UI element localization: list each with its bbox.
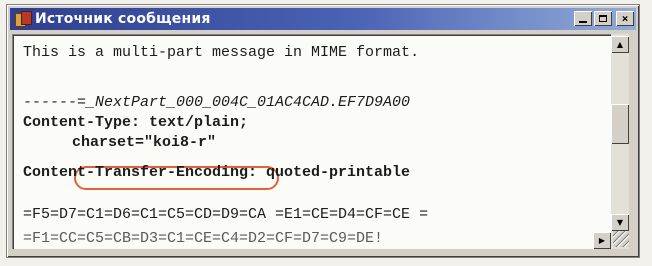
minimize-icon xyxy=(579,20,587,23)
message-source-text[interactable]: This is a multi-part message in MIME for… xyxy=(12,34,611,249)
scroll-right-icon: ▶ xyxy=(598,236,606,245)
text-line: This is a multi-part message in MIME for… xyxy=(23,44,420,61)
mime-boundary: ------=_NextPart_000_004C_01AC4CAD.EF7D9… xyxy=(23,94,411,111)
scroll-up-button[interactable]: ▲ xyxy=(611,36,629,53)
scroll-up-icon: ▲ xyxy=(616,40,624,49)
transfer-encoding-line: Content-Transfer-Encoding: quoted-printa… xyxy=(23,164,411,181)
message-source-window: Источник сообщения × This is a multi-par… xyxy=(6,4,640,258)
close-icon: × xyxy=(621,12,629,25)
size-grip-icon[interactable] xyxy=(613,231,629,247)
title-bar[interactable]: Источник сообщения × xyxy=(10,8,636,30)
app-icon xyxy=(15,11,32,27)
close-button[interactable]: × xyxy=(616,11,634,26)
scroll-down-icon: ▼ xyxy=(616,218,624,227)
maximize-icon xyxy=(599,15,607,22)
encoded-text-line: =F5=D7=C1=D6=C1=C5=CD=D9=CA =E1=CE=D4=CF… xyxy=(23,206,429,223)
scroll-thumb[interactable] xyxy=(611,104,629,144)
content-type-line: Content-Type: text/plain; xyxy=(23,114,249,131)
scroll-down-button[interactable]: ▼ xyxy=(611,214,629,231)
window-title: Источник сообщения xyxy=(35,11,211,27)
scroll-right-button[interactable]: ▶ xyxy=(593,232,611,249)
maximize-button[interactable] xyxy=(594,11,612,26)
vertical-scrollbar[interactable]: ▲ ▼ xyxy=(611,34,629,249)
charset-line: charset="koi8-r" xyxy=(72,134,217,151)
minimize-button[interactable] xyxy=(574,11,592,26)
encoded-text-line-partial: =F1=CC=C5=CB=D3=C1=CE=C4=D2=CF=D7=C9=DE! xyxy=(23,230,384,247)
